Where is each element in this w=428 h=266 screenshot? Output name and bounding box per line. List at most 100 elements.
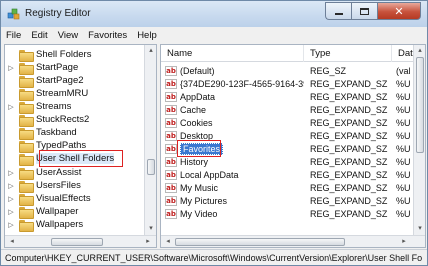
tree-item[interactable]: StreamMRU [7, 87, 88, 101]
string-value-icon: ab [165, 182, 177, 193]
value-type: REG_EXPAND_SZ [310, 117, 388, 128]
expand-arrow-icon[interactable]: ▷ [7, 103, 15, 111]
scroll-thumb[interactable] [51, 238, 103, 246]
folder-icon [19, 167, 34, 180]
value-name: AppData [180, 91, 216, 102]
column-data[interactable]: Data [392, 45, 415, 62]
tree-item[interactable]: ▷ VisualEffects [7, 192, 91, 206]
value-row[interactable]: ab My Pictures REG_EXPAND_SZ %U [161, 194, 415, 207]
tree-item-label: VisualEffects [36, 193, 91, 204]
scroll-right-icon[interactable]: ▸ [143, 237, 153, 247]
value-row[interactable]: ab Cookies REG_EXPAND_SZ %U [161, 116, 415, 129]
expand-arrow-icon[interactable]: ▷ [7, 64, 15, 72]
tree-item[interactable]: ▷ Wallpapers [7, 218, 83, 232]
string-value-icon: ab [165, 169, 177, 180]
value-name: Cache [180, 104, 207, 115]
expand-arrow-icon[interactable]: ▷ [7, 208, 15, 216]
scroll-thumb[interactable] [147, 159, 155, 175]
scroll-thumb[interactable] [416, 57, 424, 153]
scroll-down-icon[interactable]: ▾ [146, 224, 156, 234]
value-row[interactable]: ab AppData REG_EXPAND_SZ %U [161, 90, 415, 103]
expand-arrow-icon[interactable]: ▷ [7, 182, 15, 190]
folder-icon [19, 75, 34, 88]
column-header: Name Type Data [161, 45, 415, 62]
value-row[interactable]: ab {374DE290-123F-4565-9164-39... REG_EXP… [161, 77, 415, 90]
tree-item-label: Streams [36, 101, 72, 112]
value-type: REG_EXPAND_SZ [310, 208, 388, 219]
menu-view[interactable]: View [53, 30, 83, 41]
tree-item[interactable]: ▷ UserAssist [7, 166, 82, 180]
tree-item[interactable]: ▷ UsersFiles [7, 179, 81, 193]
value-type: REG_EXPAND_SZ [310, 104, 388, 115]
folder-icon [19, 62, 34, 75]
tree-item[interactable]: ▷ Streams [7, 100, 72, 114]
tree-item-label: StartPage [36, 62, 79, 73]
scroll-up-icon[interactable]: ▴ [146, 46, 156, 56]
value-type: REG_EXPAND_SZ [310, 143, 388, 154]
expand-arrow-icon[interactable]: ▷ [7, 169, 15, 177]
value-list-pane[interactable]: Name Type Data ab(Default) REG_SZ (val a… [160, 44, 426, 248]
tree-vertical-scrollbar[interactable]: ▴ ▾ [144, 45, 156, 235]
folder-icon [19, 206, 34, 219]
value-row[interactable]: ab My Video REG_EXPAND_SZ %U [161, 207, 415, 220]
value-row[interactable]: ab (Default) REG_SZ (val [161, 64, 415, 77]
window-title: Registry Editor [25, 8, 91, 19]
value-name: {374DE290-123F-4565-9164-39... [180, 78, 304, 89]
menu-help[interactable]: Help [132, 30, 162, 41]
tree-item[interactable]: Shell Folders [7, 48, 92, 62]
list-vertical-scrollbar[interactable]: ▴ ▾ [413, 45, 425, 235]
value-type: REG_EXPAND_SZ [310, 182, 388, 193]
tree-item[interactable]: ▷ StartPage [7, 61, 79, 75]
folder-icon [19, 180, 34, 193]
tree-item-label: Shell Folders [36, 49, 92, 60]
menu-favorites[interactable]: Favorites [83, 30, 132, 41]
close-button[interactable]: ✕ [377, 2, 421, 20]
scroll-left-icon[interactable]: ◂ [7, 237, 17, 247]
column-type[interactable]: Type [304, 45, 392, 62]
highlight-box [39, 150, 123, 167]
value-row[interactable]: ab Cache REG_EXPAND_SZ %U [161, 103, 415, 116]
tree-item[interactable]: Taskband [7, 126, 77, 140]
value-row[interactable]: ab My Music REG_EXPAND_SZ %U [161, 181, 415, 194]
value-type: REG_EXPAND_SZ [310, 195, 388, 206]
value-row[interactable]: ab History REG_EXPAND_SZ %U [161, 155, 415, 168]
expand-arrow-icon[interactable]: ▷ [7, 195, 15, 203]
title-bar[interactable]: Registry Editor ✕ [1, 1, 427, 27]
tree-item-label: Wallpaper [36, 206, 79, 217]
tree-item-label: UserAssist [36, 167, 82, 178]
string-value-icon: ab [165, 156, 177, 167]
string-value-icon: ab [165, 195, 177, 206]
close-icon: ✕ [394, 4, 404, 18]
scroll-down-icon[interactable]: ▾ [415, 224, 425, 234]
registry-editor-icon [7, 8, 20, 20]
value-name: History [180, 156, 209, 167]
value-row[interactable]: ab Local AppData REG_EXPAND_SZ %U [161, 168, 415, 181]
menu-file[interactable]: File [1, 30, 26, 41]
scroll-up-icon[interactable]: ▴ [415, 46, 425, 56]
string-value-icon: ab [165, 104, 177, 115]
column-name[interactable]: Name [161, 45, 304, 62]
folder-icon [19, 127, 34, 140]
value-name: Local AppData [180, 169, 239, 180]
value-type: REG_EXPAND_SZ [310, 169, 388, 180]
scroll-left-icon[interactable]: ◂ [163, 237, 173, 247]
registry-tree-pane[interactable]: Shell Folders ▷ StartPage StartPage2 Str… [4, 44, 157, 248]
scroll-right-icon[interactable]: ▸ [399, 237, 409, 247]
menu-bar: File Edit View Favorites Help [1, 27, 427, 43]
string-value-icon: ab [165, 208, 177, 219]
caption-buttons: ✕ [325, 2, 421, 20]
maximize-button[interactable] [351, 2, 377, 20]
list-horizontal-scrollbar[interactable]: ◂ ▸ [161, 235, 425, 247]
expand-arrow-icon[interactable]: ▷ [7, 221, 15, 229]
menu-edit[interactable]: Edit [26, 30, 52, 41]
scroll-thumb[interactable] [175, 238, 345, 246]
tree-item-label: Taskband [36, 127, 77, 138]
tree-item[interactable]: StartPage2 [7, 74, 84, 88]
tree-item-label: StuckRects2 [36, 114, 90, 125]
string-value-icon: ab [165, 130, 177, 141]
tree-item[interactable]: ▷ Wallpaper [7, 205, 79, 219]
tree-horizontal-scrollbar[interactable]: ◂ ▸ [5, 235, 156, 247]
registry-editor-window: Registry Editor ✕ File Edit View Favorit… [0, 0, 428, 266]
tree-item[interactable]: StuckRects2 [7, 113, 90, 127]
minimize-button[interactable] [325, 2, 351, 20]
